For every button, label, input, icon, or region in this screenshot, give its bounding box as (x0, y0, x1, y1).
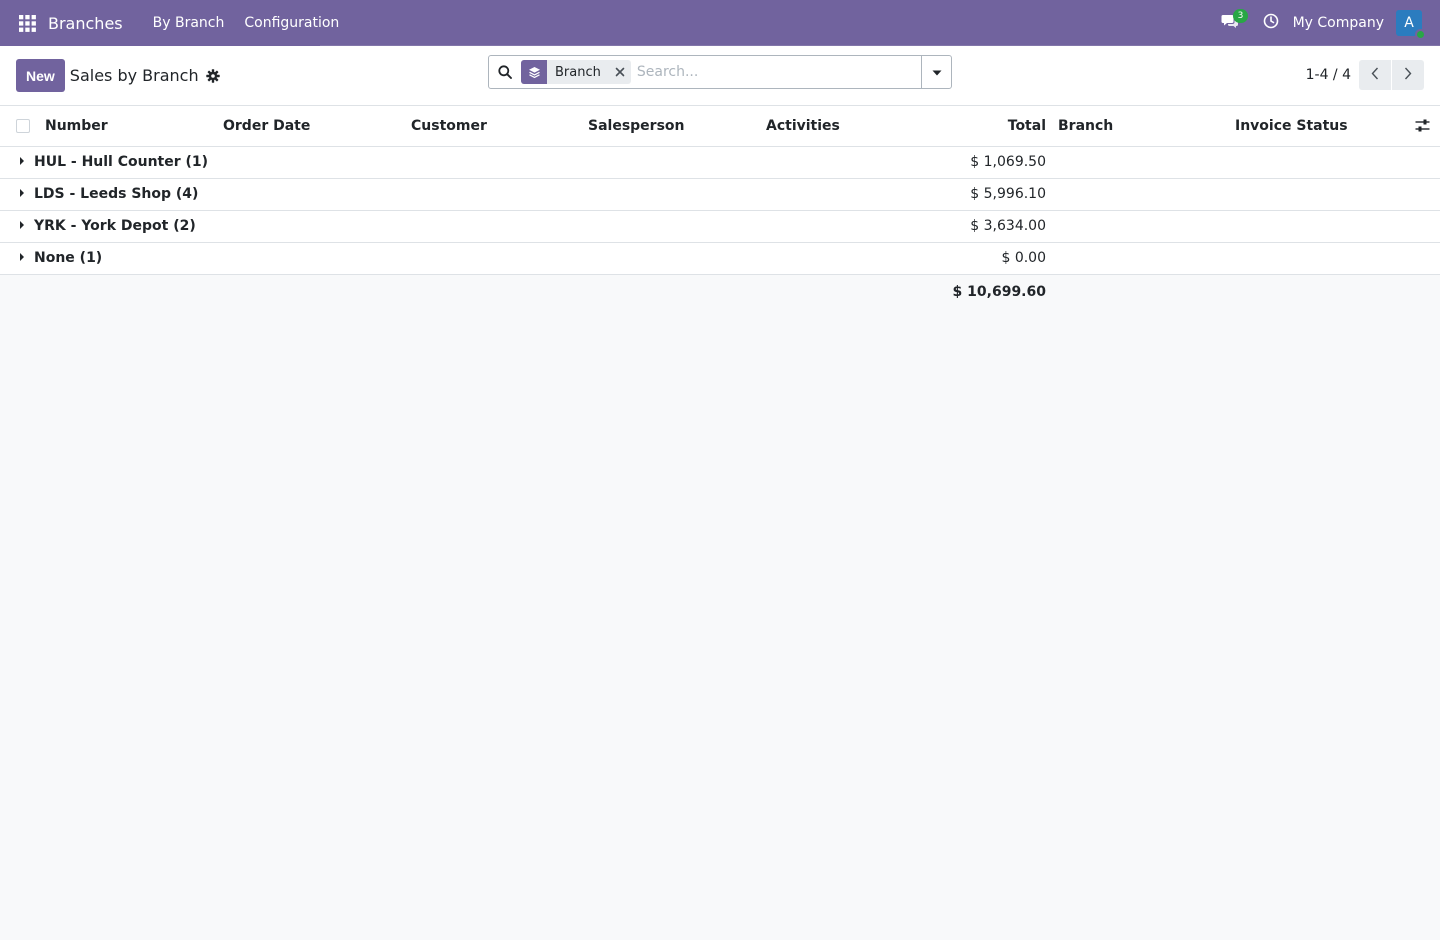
table-footer: $ 10,699.60 (0, 274, 1440, 310)
group-label: HUL - Hull Counter (1) (34, 154, 209, 170)
table-header: Number Order Date Customer Salesperson A… (0, 106, 1440, 147)
control-panel: New Sales by Branch Branch Search... 1-4… (0, 46, 1440, 106)
page-title: Sales by Branch (69, 66, 199, 85)
search-options-toggle[interactable] (921, 56, 951, 88)
column-header-activities[interactable]: Activities (760, 106, 910, 147)
optional-columns-cell (1409, 106, 1440, 147)
search-facet-groupby: Branch (521, 60, 631, 84)
navbar-systray: 3 My Company A (1215, 0, 1440, 46)
column-header-invoice-status[interactable]: Invoice Status (1229, 106, 1409, 147)
group-name: HUL - Hull Counter (1) (0, 146, 910, 179)
company-switcher[interactable]: My Company (1293, 15, 1384, 31)
chevron-left-icon (1371, 67, 1379, 84)
group-empty-cell (1052, 210, 1440, 243)
group-empty-cell (1052, 178, 1440, 211)
group-name: YRK - York Depot (2) (0, 210, 910, 243)
caret-right-icon (20, 221, 24, 229)
column-header-branch[interactable]: Branch (1052, 106, 1229, 147)
group-name: LDS - Leeds Shop (4) (0, 178, 910, 211)
search-bar: Branch (488, 55, 952, 89)
chevron-right-icon (1404, 67, 1412, 84)
column-header-customer[interactable]: Customer (405, 106, 582, 147)
new-button[interactable]: New (16, 59, 65, 92)
group-total: $ 1,069.50 (910, 146, 1052, 179)
user-avatar[interactable]: A (1396, 10, 1426, 40)
gear-icon[interactable] (205, 68, 220, 83)
select-all-checkbox[interactable] (16, 118, 30, 133)
messaging-button[interactable]: 3 (1215, 0, 1249, 46)
caret-right-icon (20, 189, 24, 197)
facet-label: Branch (555, 64, 601, 80)
group-total: $ 5,996.10 (910, 178, 1052, 211)
footer-empty-cell (1052, 274, 1440, 310)
group-total: $ 0.00 (910, 242, 1052, 275)
caret-right-icon (20, 157, 24, 165)
online-status-icon (1415, 29, 1426, 40)
group-row-none[interactable]: None (1) $ 0.00 (0, 242, 1440, 275)
select-all-cell (0, 106, 39, 147)
group-name: None (1) (0, 242, 910, 275)
menu-by-branch[interactable]: By Branch (143, 0, 235, 46)
messages-count-badge: 3 (1232, 9, 1249, 23)
top-navbar: Branches By Branch Configuration 3 My Co… (0, 0, 1440, 46)
activities-button[interactable] (1259, 0, 1283, 46)
pager: 1-4 / 4 (1306, 60, 1424, 90)
column-header-total[interactable]: Total (910, 106, 1052, 147)
group-empty-cell (1052, 146, 1440, 179)
pager-value[interactable]: 1-4 / 4 (1306, 67, 1351, 83)
caret-down-icon (932, 64, 942, 80)
group-total: $ 3,634.00 (910, 210, 1052, 243)
list-view: Number Order Date Customer Salesperson A… (0, 106, 1440, 310)
group-row-hull[interactable]: HUL - Hull Counter (1) $ 1,069.50 (0, 146, 1440, 179)
layers-icon (521, 60, 547, 84)
clock-icon (1263, 13, 1279, 33)
sliders-icon[interactable] (1415, 119, 1434, 132)
pager-previous-button[interactable] (1359, 60, 1391, 90)
app-grid-icon[interactable] (14, 10, 40, 36)
column-header-number[interactable]: Number (39, 106, 217, 147)
column-header-salesperson[interactable]: Salesperson (582, 106, 760, 147)
search-input[interactable] (636, 57, 921, 87)
grand-total: $ 10,699.60 (910, 274, 1052, 310)
footer-empty-cell (0, 274, 910, 310)
caret-right-icon (20, 253, 24, 261)
search-icon[interactable] (489, 56, 521, 88)
app-brand[interactable]: Branches (48, 14, 123, 33)
group-label: None (1) (34, 250, 103, 266)
avatar-initial: A (1404, 15, 1414, 31)
column-header-order-date[interactable]: Order Date (217, 106, 405, 147)
group-empty-cell (1052, 242, 1440, 275)
group-row-leeds[interactable]: LDS - Leeds Shop (4) $ 5,996.10 (0, 178, 1440, 211)
pager-next-button[interactable] (1392, 60, 1424, 90)
group-label: LDS - Leeds Shop (4) (34, 186, 199, 202)
close-icon[interactable] (609, 60, 631, 84)
group-label: YRK - York Depot (2) (34, 218, 196, 234)
menu-configuration[interactable]: Configuration (234, 0, 349, 46)
group-row-york[interactable]: YRK - York Depot (2) $ 3,634.00 (0, 210, 1440, 243)
sales-table: Number Order Date Customer Salesperson A… (0, 106, 1440, 310)
